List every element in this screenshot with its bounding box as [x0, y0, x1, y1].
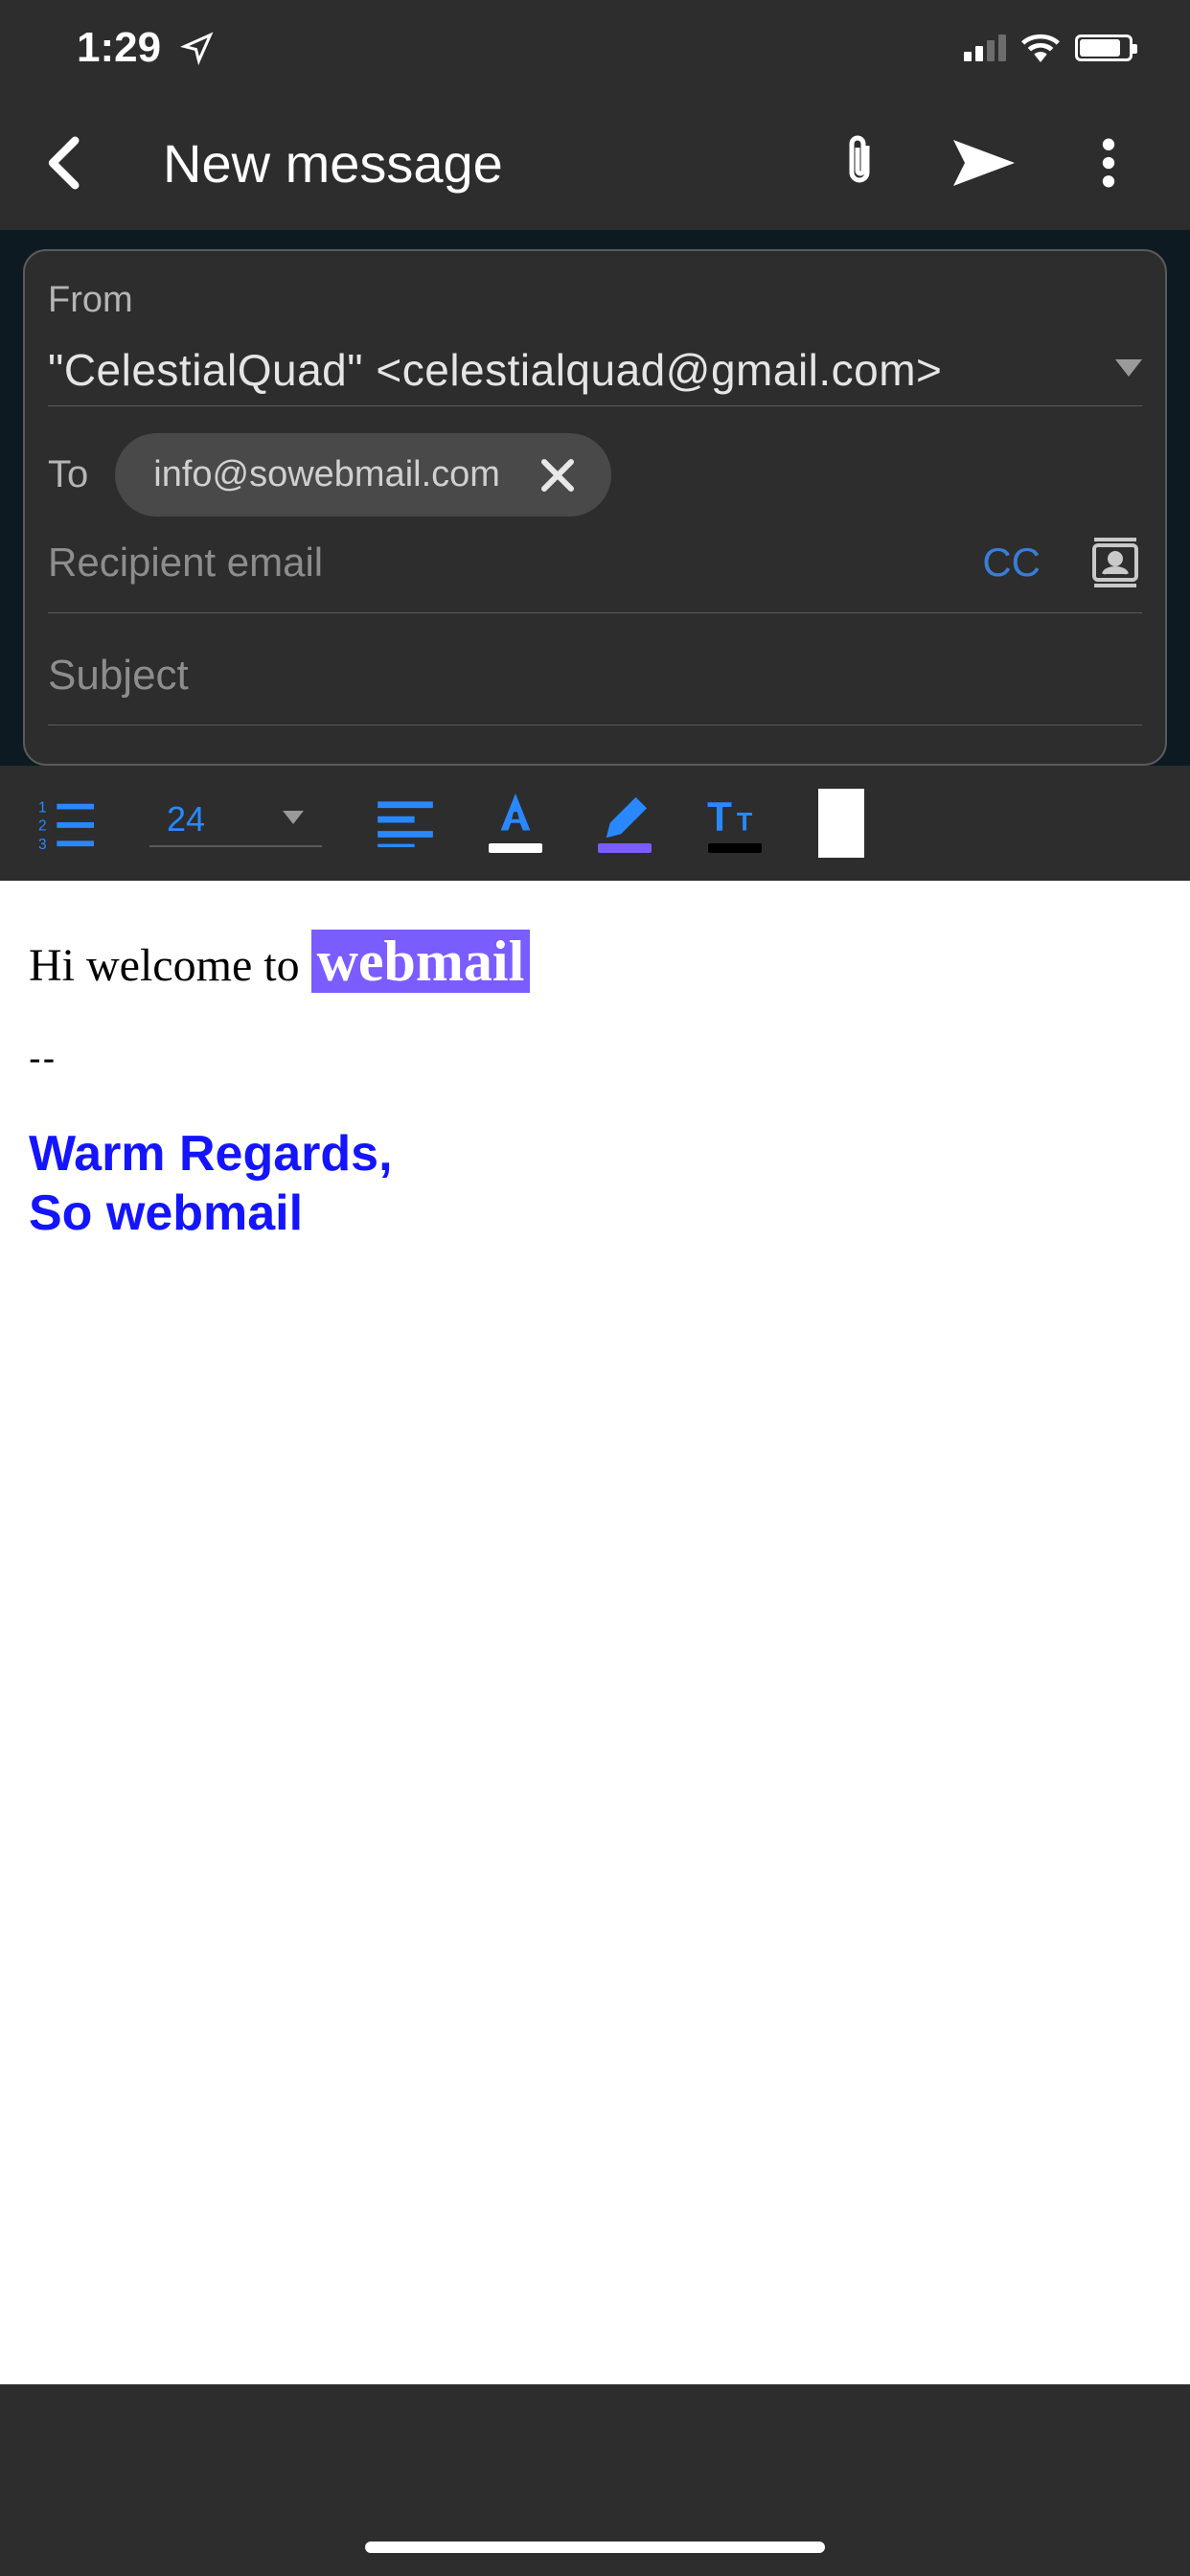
align-left-button[interactable]	[378, 799, 433, 847]
svg-text:3: 3	[38, 837, 47, 850]
recipient-input[interactable]	[48, 540, 934, 586]
attachment-button[interactable]	[826, 134, 893, 192]
subject-input[interactable]	[48, 652, 1142, 725]
bottom-bar	[0, 2384, 1190, 2576]
compose-card: From "CelestialQuad" <celestialquad@gmai…	[23, 249, 1167, 766]
signature-line-2: So webmail	[29, 1184, 1161, 1243]
highlight-color-swatch	[598, 843, 652, 853]
svg-text:2: 2	[38, 818, 47, 835]
body-greeting-prefix: Hi welcome to	[29, 940, 311, 991]
to-row: To info@sowebmail.com	[48, 433, 1142, 517]
highlight-color-button[interactable]	[598, 794, 652, 853]
svg-text:1: 1	[38, 799, 47, 816]
message-body[interactable]: Hi welcome to webmail -- Warm Regards, S…	[0, 881, 1190, 2384]
format-toolbar: 1 2 3 24 TT	[0, 766, 1190, 881]
location-icon	[180, 31, 215, 65]
current-color-swatch[interactable]	[818, 789, 864, 858]
more-options-button[interactable]	[1075, 137, 1142, 189]
text-style-underline	[708, 843, 762, 853]
chevron-down-icon	[1115, 359, 1142, 381]
text-color-button[interactable]	[489, 794, 542, 853]
signature-separator: --	[29, 1039, 1161, 1080]
remove-recipient-button[interactable]	[538, 456, 577, 494]
font-size-value: 24	[167, 799, 205, 840]
signature-block: Warm Regards, So webmail	[29, 1124, 1161, 1244]
page-title: New message	[134, 132, 788, 195]
send-button[interactable]	[950, 139, 1018, 187]
font-size-selector[interactable]: 24	[149, 799, 322, 847]
numbered-list-button[interactable]: 1 2 3	[38, 796, 94, 850]
svg-text:T: T	[737, 807, 753, 836]
from-label: From	[48, 280, 1142, 321]
from-value: "CelestialQuad" <celestialquad@gmail.com…	[48, 344, 942, 396]
body-greeting-line: Hi welcome to webmail	[29, 929, 1161, 995]
app-header: New message	[0, 96, 1190, 230]
status-left: 1:29	[77, 24, 215, 72]
svg-text:T: T	[707, 794, 732, 839]
from-selector[interactable]: "CelestialQuad" <celestialquad@gmail.com…	[48, 344, 1142, 406]
body-greeting-highlight: webmail	[311, 930, 531, 993]
signature-line-1: Warm Regards,	[29, 1124, 1161, 1184]
recipient-row: CC	[48, 536, 1142, 613]
status-right	[964, 34, 1133, 62]
recipient-chip-text: info@sowebmail.com	[153, 454, 500, 495]
to-label: To	[48, 453, 88, 496]
home-indicator[interactable]	[365, 2542, 825, 2553]
text-color-swatch	[489, 843, 542, 853]
status-bar: 1:29	[0, 0, 1190, 96]
status-time: 1:29	[77, 24, 161, 72]
cellular-signal-icon	[964, 34, 1006, 61]
cc-button[interactable]: CC	[953, 540, 1069, 586]
text-style-button[interactable]: TT	[707, 794, 763, 853]
recipient-chip[interactable]: info@sowebmail.com	[115, 433, 611, 517]
wifi-icon	[1021, 34, 1060, 62]
back-button[interactable]	[29, 134, 96, 192]
battery-icon	[1075, 34, 1133, 61]
contacts-button[interactable]	[1088, 536, 1142, 589]
chevron-down-icon	[282, 811, 305, 829]
